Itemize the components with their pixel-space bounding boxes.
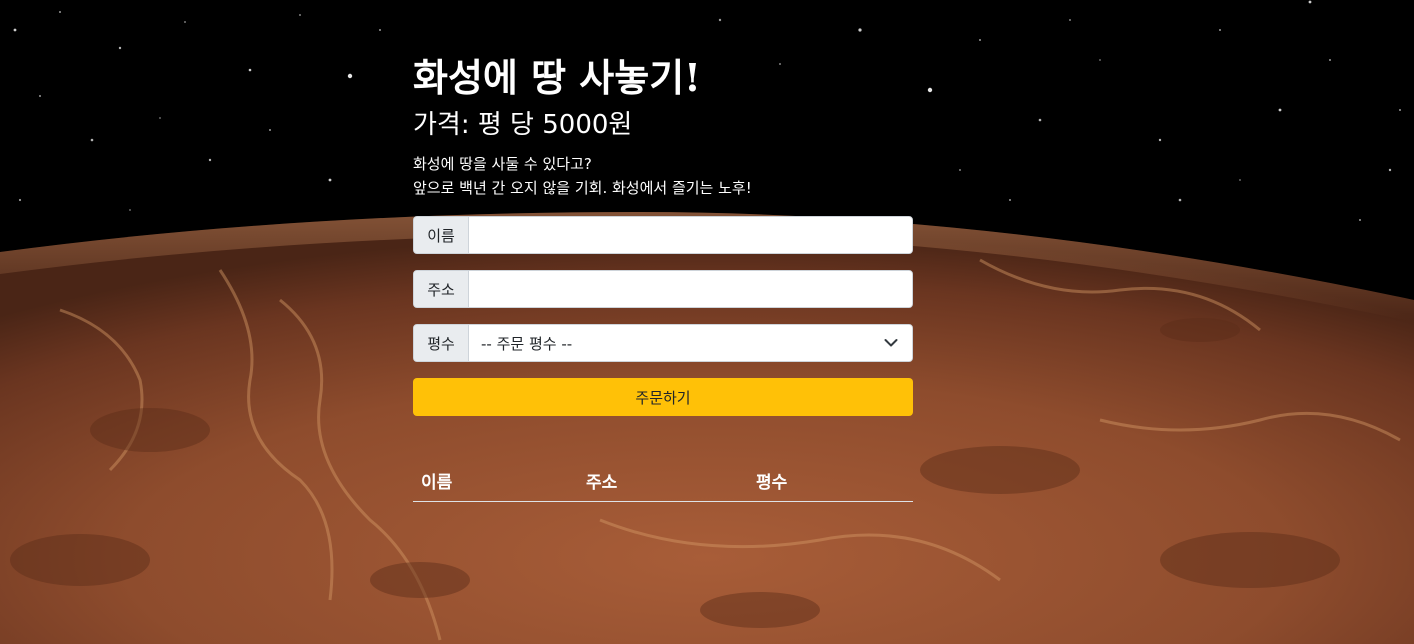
address-input[interactable] bbox=[469, 271, 912, 307]
size-label: 평수 bbox=[414, 325, 469, 361]
column-header-address: 주소 bbox=[578, 460, 748, 502]
description-line-1: 화성에 땅을 사둘 수 있다고? bbox=[413, 155, 592, 173]
price-text: 가격: 평 당 5000원 bbox=[413, 110, 633, 140]
orders-table: 이름 주소 평수 bbox=[413, 460, 913, 502]
address-input-group: 주소 bbox=[413, 270, 913, 308]
name-label: 이름 bbox=[414, 217, 469, 253]
column-header-size: 평수 bbox=[748, 460, 913, 502]
order-button[interactable]: 주문하기 bbox=[413, 378, 913, 416]
table-header-row: 이름 주소 평수 bbox=[413, 460, 913, 502]
size-input-group: 평수 -- 주문 평수 -- bbox=[413, 324, 913, 362]
description-line-2: 앞으로 백년 간 오지 않을 기회. 화성에서 즐기는 노후! bbox=[413, 179, 752, 197]
name-input[interactable] bbox=[469, 217, 912, 253]
description: 화성에 땅을 사둘 수 있다고? 앞으로 백년 간 오지 않을 기회. 화성에서… bbox=[413, 152, 913, 200]
size-select-value: -- 주문 평수 -- bbox=[481, 334, 573, 353]
page-title: 화성에 땅 사놓기! bbox=[413, 55, 701, 100]
address-label: 주소 bbox=[414, 271, 469, 307]
chevron-down-icon bbox=[884, 338, 898, 348]
column-header-name: 이름 bbox=[413, 460, 578, 502]
name-input-group: 이름 bbox=[413, 216, 913, 254]
size-select[interactable]: -- 주문 평수 -- bbox=[469, 325, 912, 361]
order-panel: 화성에 땅 사놓기! 가격: 평 당 5000원 화성에 땅을 사둘 수 있다고… bbox=[413, 52, 913, 502]
